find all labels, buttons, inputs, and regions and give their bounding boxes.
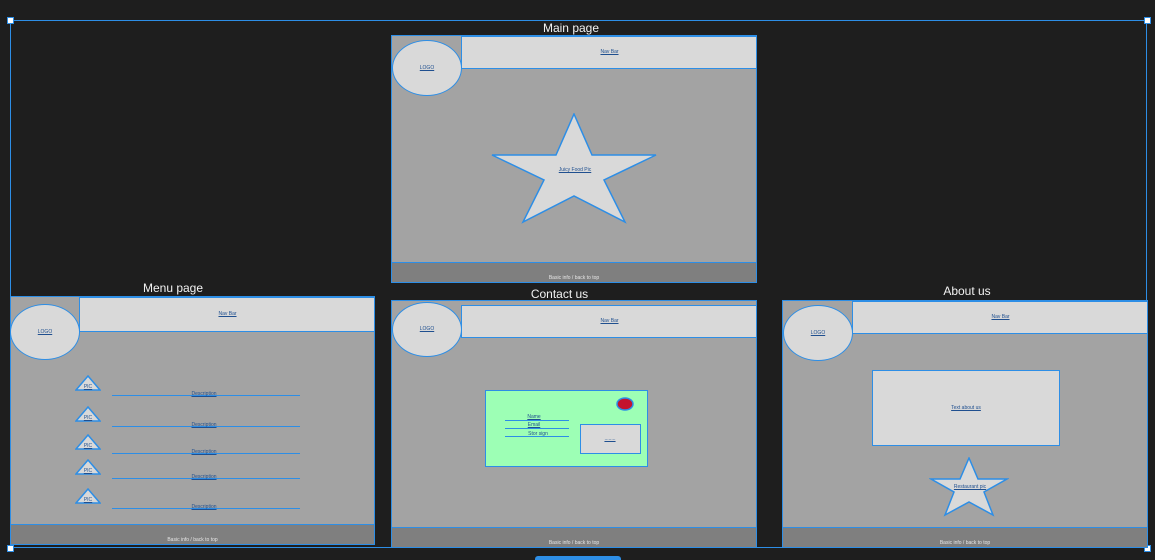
- frame-title-menu[interactable]: Menu page: [10, 281, 336, 295]
- menu-description: Description: [191, 504, 217, 510]
- contact-navbar-label: Nav Bar: [600, 318, 619, 324]
- about-text-label: Text about us: [951, 404, 981, 411]
- menu-description: Description: [191, 391, 217, 397]
- about-footer-label: Basic info / back to top: [939, 540, 991, 546]
- contact-extra-field[interactable]: [505, 436, 569, 437]
- main-footer[interactable]: Basic info / back to top: [392, 262, 756, 282]
- contact-logo[interactable]: LOGO: [392, 302, 462, 357]
- about-text-box[interactable]: Text about us: [872, 370, 1060, 446]
- main-logo[interactable]: LOGO: [392, 40, 462, 96]
- menu-logo-label: LOGO: [37, 328, 53, 335]
- menu-pic-label: PIC: [83, 443, 93, 449]
- contact-submit-button[interactable]: ........: [580, 424, 641, 454]
- contact-footer[interactable]: Basic info / back to top: [392, 527, 756, 547]
- contact-form[interactable]: Name Email Stor sign ........: [485, 390, 648, 467]
- menu-description: Description: [191, 474, 217, 480]
- menu-description: Description: [191, 449, 217, 455]
- menu-navbar[interactable]: Nav Bar: [79, 297, 374, 332]
- menu-pic-label: PIC: [83, 468, 93, 474]
- contact-submit-label: ........: [604, 436, 616, 442]
- contact-name-field[interactable]: [505, 420, 569, 421]
- main-hero-label: Juicy Food Pic: [558, 167, 592, 173]
- frame-title-about[interactable]: About us: [782, 284, 1152, 298]
- main-footer-label: Basic info / back to top: [548, 275, 600, 281]
- frame-title-main[interactable]: Main page: [391, 21, 751, 35]
- contact-footer-label: Basic info / back to top: [548, 540, 600, 546]
- resize-handle-top-left[interactable]: [7, 17, 14, 24]
- contact-email-field[interactable]: [505, 428, 569, 429]
- main-navbar[interactable]: Nav Bar: [461, 36, 756, 69]
- contact-logo-label: LOGO: [419, 326, 435, 332]
- bottom-toolbar-tab[interactable]: [535, 556, 621, 560]
- about-logo-label: LOGO: [810, 329, 826, 336]
- record-dot-icon: [616, 397, 634, 411]
- about-navbar-label: Nav Bar: [991, 314, 1010, 320]
- artboard-about-us[interactable]: Nav Bar LOGO Text about us Restaurant pi…: [782, 300, 1148, 548]
- menu-logo[interactable]: LOGO: [11, 304, 80, 360]
- menu-pic-label: PIC: [83, 415, 93, 421]
- artboard-main-page[interactable]: Nav Bar LOGO Juicy Food Pic Basic info /…: [391, 35, 757, 283]
- main-navbar-label: Nav Bar: [600, 49, 619, 55]
- artboard-menu-page[interactable]: Nav Bar LOGO PIC Description PIC Descrip…: [10, 296, 375, 545]
- menu-pic-label: PIC: [83, 497, 93, 503]
- menu-footer-label: Basic info / back to top: [167, 537, 218, 543]
- resize-handle-top-right[interactable]: [1144, 17, 1151, 24]
- menu-navbar-label: Nav Bar: [218, 311, 237, 317]
- about-logo[interactable]: LOGO: [783, 305, 853, 361]
- main-logo-label: LOGO: [419, 64, 435, 71]
- frame-title-contact[interactable]: Contact us: [391, 287, 728, 301]
- menu-footer[interactable]: Basic info / back to top: [11, 524, 374, 544]
- menu-description: Description: [191, 422, 217, 428]
- artboard-contact-us[interactable]: Nav Bar LOGO Name Email Stor sign ......…: [391, 300, 757, 548]
- menu-pic-label: PIC: [83, 384, 93, 390]
- resize-handle-bottom-left[interactable]: [7, 545, 14, 552]
- contact-navbar[interactable]: Nav Bar: [461, 305, 756, 338]
- about-footer[interactable]: Basic info / back to top: [783, 527, 1147, 547]
- about-navbar[interactable]: Nav Bar: [852, 301, 1147, 334]
- restaurant-pic-label: Restaurant pic: [953, 484, 987, 490]
